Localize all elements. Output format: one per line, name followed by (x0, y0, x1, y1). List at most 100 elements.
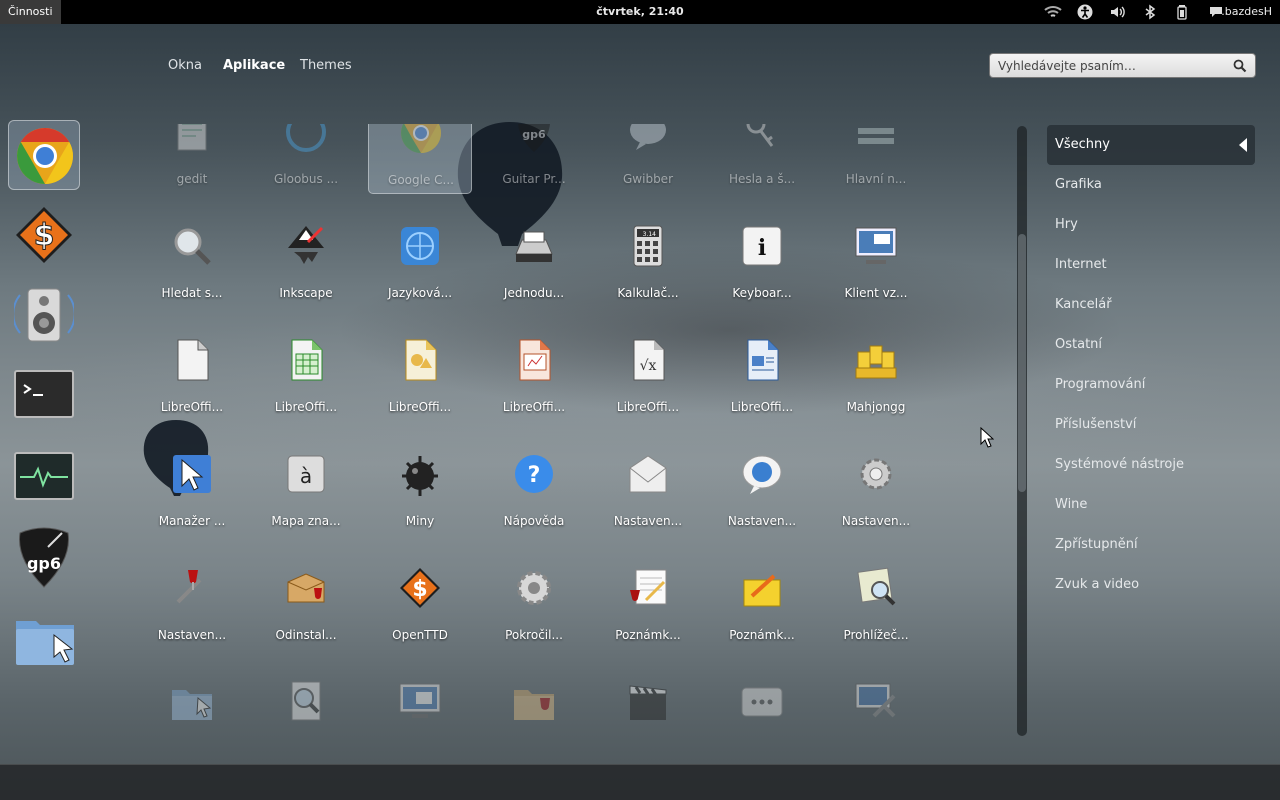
tab-themes[interactable]: Themes (300, 58, 352, 73)
app-item[interactable]: Prohlížeč... (368, 664, 472, 736)
search-input[interactable] (998, 54, 1228, 77)
user-menu[interactable]: .bazdesH (1221, 0, 1272, 24)
dash-speaker[interactable] (8, 278, 80, 348)
app-item[interactable]: Nastaven... (710, 436, 814, 536)
app-item[interactable]: Nastaven... (140, 550, 244, 650)
app-item[interactable]: Prohlížeč... (140, 664, 244, 736)
app-item[interactable]: 3.14 Kalkulač... (596, 208, 700, 308)
libreoffice-draw-icon (405, 339, 437, 381)
dash-chrome[interactable] (8, 120, 80, 190)
app-item[interactable]: √x LibreOffi... (596, 322, 700, 422)
app-item[interactable]: Hledat s... (140, 208, 244, 308)
scrollbar[interactable] (1017, 126, 1027, 736)
app-item[interactable]: Hlavní n... (824, 124, 928, 194)
svg-text:?: ? (528, 463, 541, 488)
app-label: Keyboar... (732, 286, 792, 300)
app-item[interactable]: Odinstal... (254, 550, 358, 650)
login-screen-icon (741, 687, 783, 717)
app-item[interactable]: Mahjongg (824, 322, 928, 422)
app-label: Hlavní n... (845, 172, 907, 186)
app-item[interactable]: Pokročil... (482, 550, 586, 650)
app-item[interactable]: LibreOffi... (254, 322, 358, 422)
category-item[interactable]: Všechny (1047, 125, 1255, 165)
image-viewer-icon (857, 567, 896, 606)
app-item[interactable]: $ OpenTTD (368, 550, 472, 650)
battery-icon[interactable] (1174, 4, 1190, 20)
app-item[interactable]: Prohlížeč... (824, 550, 928, 650)
app-item[interactable]: Miny (368, 436, 472, 536)
app-item[interactable]: Nastaven... (596, 436, 700, 536)
inkscape-icon (288, 226, 324, 264)
app-item[interactable]: Inkscape (254, 208, 358, 308)
folder-icon (16, 621, 74, 665)
category-item[interactable]: Internet (1047, 245, 1255, 285)
app-item[interactable]: gedit (140, 124, 244, 194)
dash-system-monitor[interactable] (8, 442, 80, 512)
app-item[interactable]: Jednodu... (482, 208, 586, 308)
app-item[interactable]: Hesla a š... (710, 124, 814, 194)
app-label: Miny (405, 514, 435, 528)
volume-icon[interactable] (1109, 4, 1125, 20)
wine-browser-icon (514, 690, 554, 720)
app-item[interactable]: Gwibber (596, 124, 700, 194)
app-item[interactable]: gp6 Guitar Pr... (482, 124, 586, 194)
gwibber-icon (630, 124, 666, 150)
app-item[interactable]: Prohlížeč... (254, 664, 358, 736)
selected-arrow-icon (1239, 138, 1247, 152)
bluetooth-icon[interactable] (1142, 4, 1158, 20)
app-label: Manažer ... (158, 514, 226, 528)
app-item[interactable]: Manažer ... (140, 436, 244, 536)
category-item[interactable]: Příslušenství (1047, 405, 1255, 445)
tab-windows[interactable]: Okna (168, 58, 202, 73)
app-item[interactable]: Přihlašov... (710, 664, 814, 736)
category-item[interactable]: Zpřístupnění (1047, 525, 1255, 565)
svg-text:√x: √x (640, 358, 657, 374)
category-item[interactable]: Hry (1047, 205, 1255, 245)
app-item[interactable]: Procháze... (482, 664, 586, 736)
dash-openttd[interactable]: $ (8, 200, 80, 270)
app-item[interactable]: Poznámk... (710, 550, 814, 650)
category-item[interactable]: Ostatní (1047, 325, 1255, 365)
app-item[interactable]: i Keyboar... (710, 208, 814, 308)
app-item[interactable]: LibreOffi... (368, 322, 472, 422)
category-item[interactable]: Grafika (1047, 165, 1255, 205)
app-label: Odinstal... (275, 628, 337, 642)
dash-guitar-pro[interactable]: gp6 (8, 520, 80, 590)
svg-text:$: $ (34, 218, 55, 253)
tab-applications[interactable]: Aplikace (223, 58, 285, 73)
app-item[interactable]: LibreOffi... (710, 322, 814, 422)
libreoffice-icon (177, 339, 209, 381)
app-item[interactable]: Nastaven... (824, 436, 928, 536)
app-item[interactable]: Připojení... (824, 664, 928, 736)
app-item[interactable]: Přehráva... (596, 664, 700, 736)
app-item[interactable]: Jazyková... (368, 208, 472, 308)
file-browser-icon (172, 690, 212, 720)
app-item[interactable]: ? Nápověda (482, 436, 586, 536)
remote-connection-icon (855, 683, 896, 718)
scrollbar-thumb[interactable] (1018, 234, 1026, 492)
category-item[interactable]: Programování (1047, 365, 1255, 405)
wifi-icon[interactable] (1044, 4, 1062, 20)
category-label: Zpřístupnění (1055, 537, 1138, 552)
app-item[interactable]: LibreOffi... (482, 322, 586, 422)
category-item[interactable]: Wine (1047, 485, 1255, 525)
app-item[interactable]: Gloobus ... (254, 124, 358, 194)
app-item[interactable]: LibreOffi... (140, 322, 244, 422)
app-label: Google C... (388, 173, 454, 187)
app-label: Gwibber (623, 172, 673, 186)
language-icon (401, 227, 439, 265)
dash-folder[interactable] (8, 604, 80, 674)
app-item[interactable]: Klient vz... (824, 208, 928, 308)
search-box[interactable] (989, 53, 1256, 78)
gloobus-icon (286, 124, 326, 152)
app-item[interactable]: à Mapa zna... (254, 436, 358, 536)
app-item[interactable]: Google C... (368, 124, 472, 194)
app-item[interactable]: Poznámk... (596, 550, 700, 650)
accessibility-icon[interactable] (1077, 4, 1093, 20)
dash-terminal[interactable] (8, 362, 80, 432)
category-item[interactable]: Systémové nástroje (1047, 445, 1255, 485)
app-label: Nastaven... (613, 514, 683, 528)
category-item[interactable]: Kancelář (1047, 285, 1255, 325)
category-item[interactable]: Zvuk a video (1047, 565, 1255, 605)
guitar-pro-icon: gp6 (518, 124, 550, 152)
